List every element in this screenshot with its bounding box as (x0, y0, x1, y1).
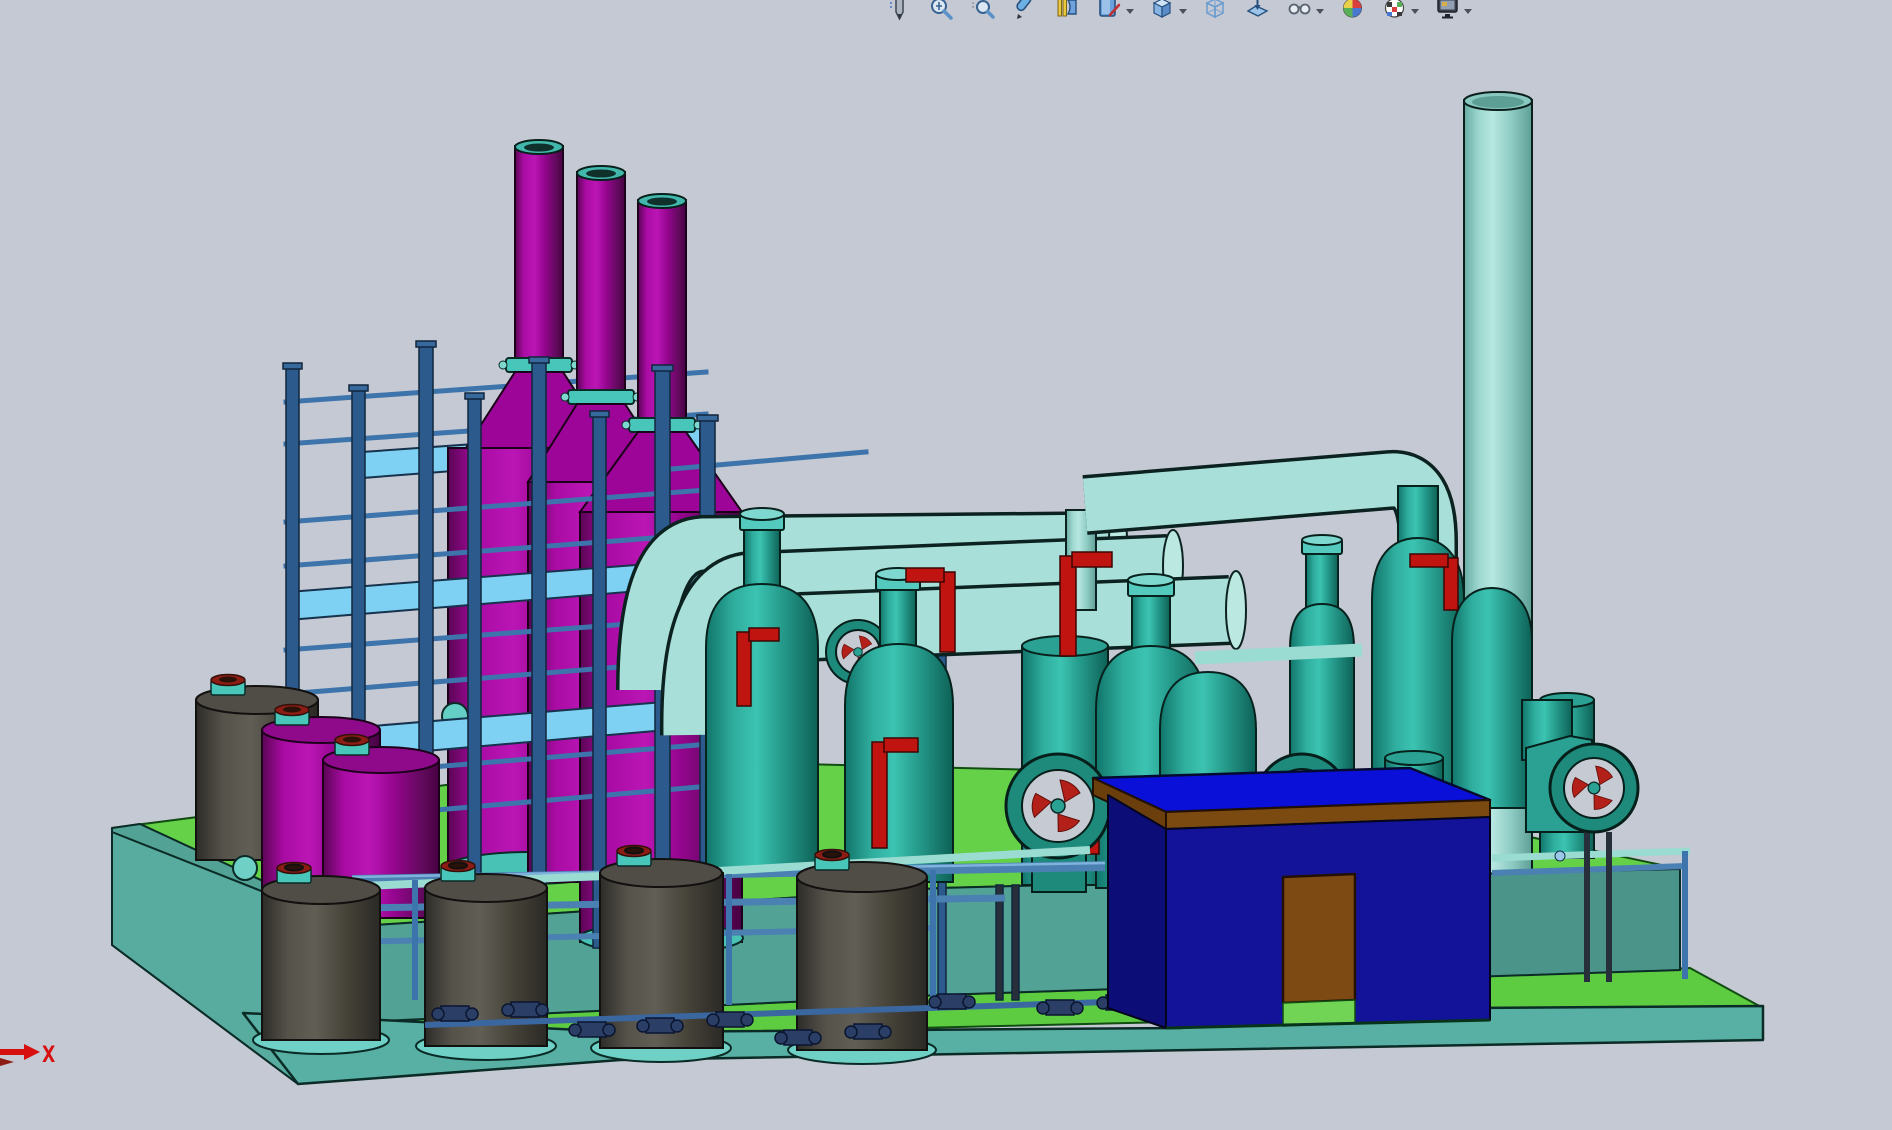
dropdown-arrow-icon[interactable] (1126, 9, 1134, 14)
zoom-in-out-icon[interactable] (928, 0, 955, 25)
display-style-icon[interactable] (1096, 0, 1123, 25)
exhaust-stack-2 (577, 172, 625, 396)
section-view-icon[interactable] (1054, 0, 1081, 25)
valve-cluster (929, 994, 975, 1009)
valve-cluster (432, 1006, 478, 1021)
valve-cluster (775, 1030, 821, 1045)
dropdown-arrow-icon[interactable] (1411, 9, 1419, 14)
dropdown-arrow-icon[interactable] (1464, 9, 1472, 14)
building-wall-left (1108, 795, 1166, 1028)
vessel-8 (1452, 588, 1532, 808)
wireframe-cube-icon[interactable] (1202, 0, 1229, 25)
view-settings-glasses-icon[interactable] (1286, 0, 1313, 25)
valve-cluster (637, 1018, 683, 1033)
normal-to-icon[interactable] (1244, 0, 1271, 25)
building-door[interactable] (1283, 874, 1355, 1003)
apply-scene-icon[interactable] (1381, 0, 1408, 25)
light-pipe-mid (1195, 650, 1362, 658)
valve-cluster (502, 1002, 548, 1017)
options-monitor-icon[interactable] (1434, 0, 1461, 25)
valve-cluster (707, 1012, 753, 1027)
cad-application-window: X (0, 0, 1892, 1130)
valve-cluster (569, 1022, 615, 1037)
valve-cluster (1037, 1000, 1083, 1015)
view-toolbar (886, 0, 1472, 26)
realview-sphere-icon[interactable] (1339, 0, 1366, 25)
3d-drawing-view-icon[interactable] (886, 0, 913, 25)
valve-cluster (845, 1024, 891, 1039)
exhaust-stack-1 (515, 146, 563, 362)
rotate-view-pen-icon[interactable] (1012, 0, 1039, 25)
gray-tank-2 (416, 861, 556, 1061)
3d-viewport[interactable]: X (0, 0, 1892, 1130)
dropdown-arrow-icon[interactable] (1179, 9, 1187, 14)
control-room-building[interactable] (1093, 768, 1490, 1028)
gray-tank-1 (253, 863, 389, 1055)
platform-right-block-face (1470, 869, 1680, 977)
dropdown-arrow-icon[interactable] (1316, 9, 1324, 14)
axis-x-label: X (42, 1043, 55, 1068)
view-orientation-icon[interactable] (1149, 0, 1176, 25)
zoom-to-area-icon[interactable] (970, 0, 997, 25)
